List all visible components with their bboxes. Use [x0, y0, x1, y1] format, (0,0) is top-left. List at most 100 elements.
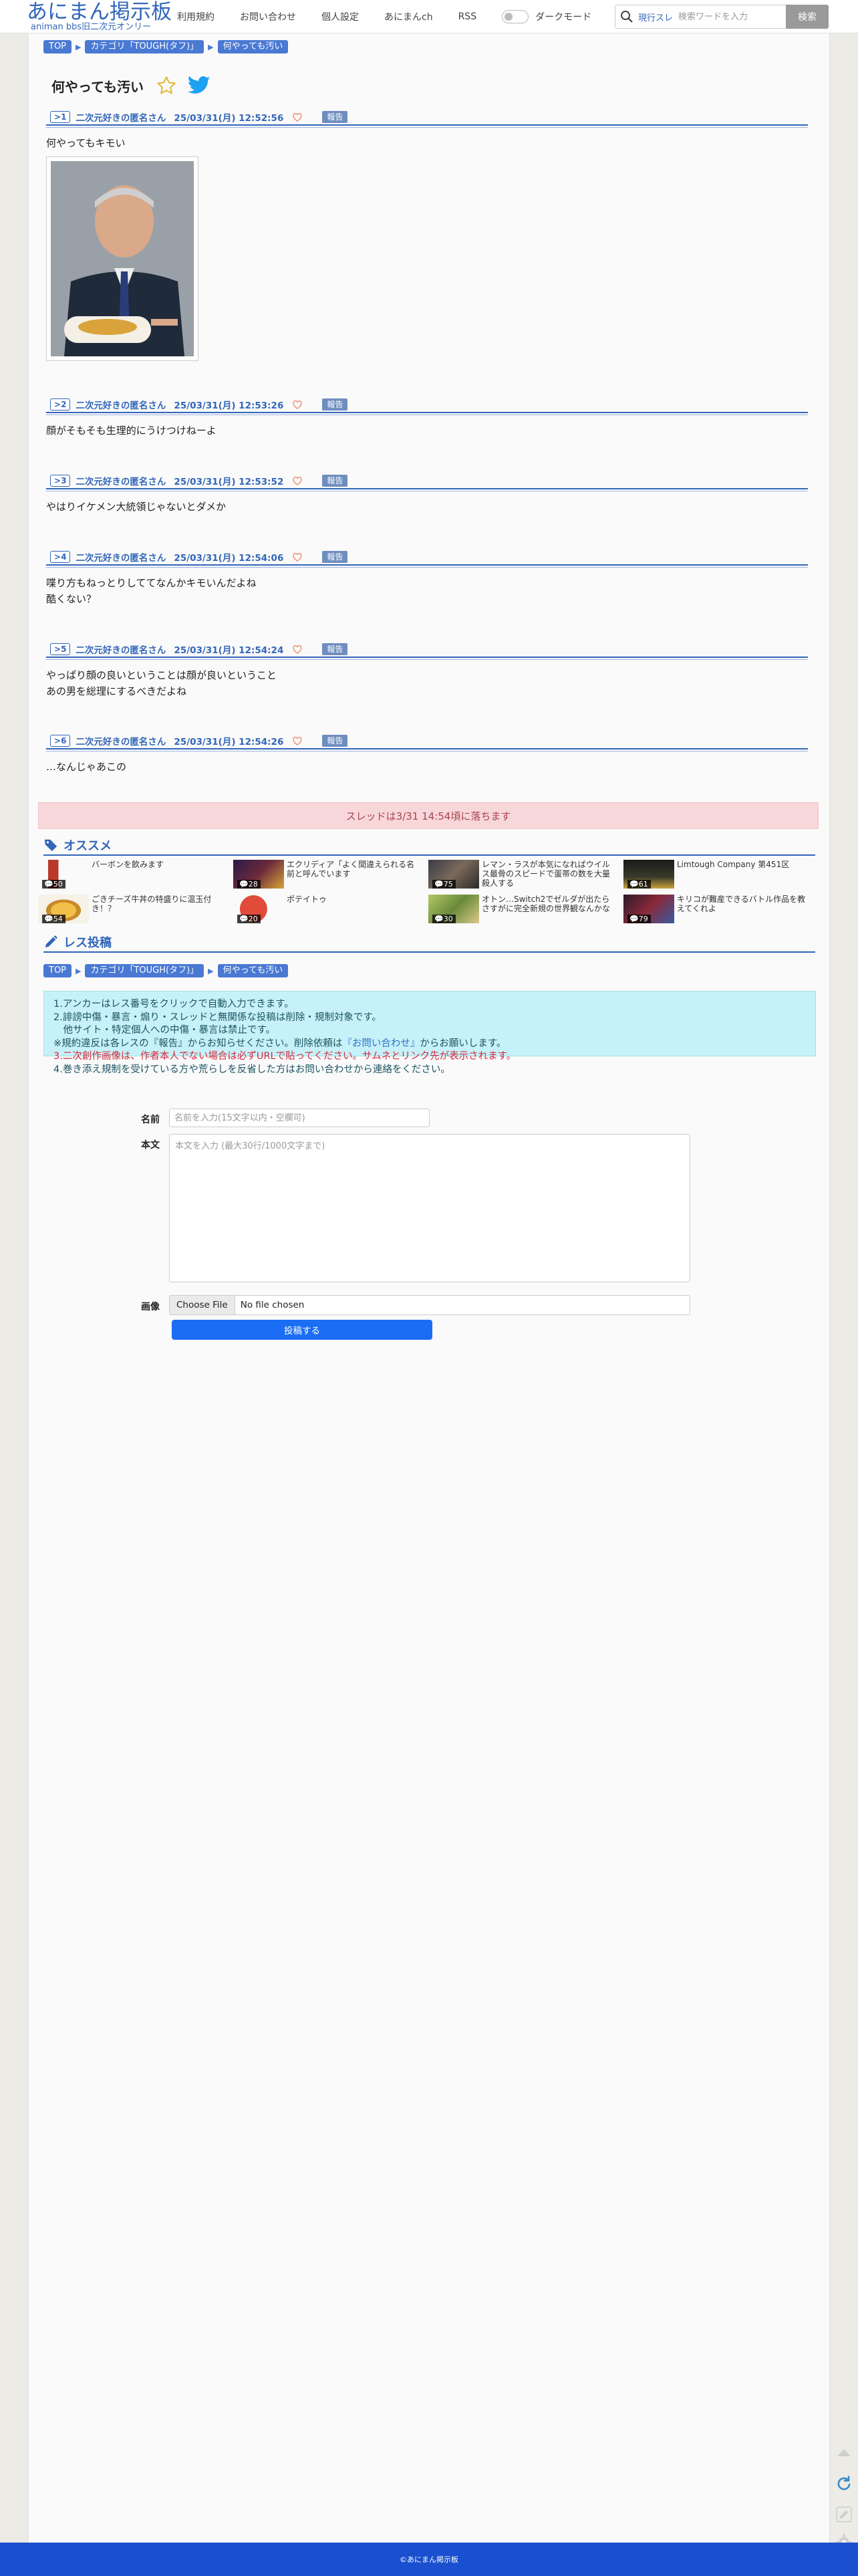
post-body: やはりイケメン大統領じゃないとダメか: [46, 489, 808, 515]
reply-title: レス投稿: [63, 936, 112, 950]
site-logo[interactable]: あにまん掲示板 animan bbs旧二次元オンリー: [27, 0, 172, 32]
post-text-line: 何やってもキモい: [46, 137, 126, 149]
recommend-item[interactable]: 💬61 Limtough Company 第451区: [623, 860, 819, 889]
report-button[interactable]: 報告: [322, 551, 348, 563]
recommend-list: 💬50 バーボンを飲みます 💬28 エクリディア「よく間違えられる名前と呼んでい…: [38, 860, 820, 923]
dark-mode-toggle[interactable]: [502, 10, 529, 23]
search-icon[interactable]: [615, 5, 638, 28]
recommend-thumbnail: 💬79: [623, 895, 674, 923]
res-number[interactable]: >4: [50, 551, 71, 563]
heart-icon[interactable]: [293, 645, 302, 654]
heart-icon[interactable]: [293, 736, 302, 745]
res-number[interactable]: >5: [50, 643, 71, 655]
dark-mode-label: ダークモード: [535, 12, 592, 23]
report-button[interactable]: 報告: [322, 643, 348, 655]
recommend-title-text: バーボンを飲みます: [92, 860, 164, 869]
page-title: 何やっても汚い: [51, 78, 144, 95]
nav-rss[interactable]: RSS: [458, 11, 477, 22]
image-file-input[interactable]: Choose File No file chosen: [169, 1295, 690, 1315]
body-textarea[interactable]: [169, 1134, 690, 1282]
post-image-thumbnail[interactable]: [46, 156, 198, 361]
logo-main-text: あにまん掲示板: [27, 0, 172, 24]
site-header: あにまん掲示板 animan bbs旧二次元オンリー 利用規約 お問い合わせ 個…: [0, 0, 858, 33]
res-number[interactable]: >1: [50, 111, 71, 123]
recommend-item[interactable]: 💬75 レマン・ラスが本気になればウイルス最骨のスピードで蛋帯の数を大量殺人する: [428, 860, 623, 889]
breadcrumb-current[interactable]: 何やっても汚い: [217, 40, 289, 53]
notice-text: 2.誹謗中傷・暴言・煽り・スレッドと無関係な投稿は削除・規制対象です。: [53, 1012, 382, 1023]
recommend-item[interactable]: 💬28 エクリディア「よく間違えられる名前と呼んでいます: [233, 860, 428, 889]
recommend-thumbnail: 💬75: [428, 860, 479, 889]
breadcrumb-top[interactable]: TOP: [43, 964, 72, 977]
toggle-knob: [505, 13, 513, 21]
recommend-item[interactable]: 💬20 ポテイトゥ: [233, 895, 428, 923]
reload-button[interactable]: [830, 2470, 858, 2498]
contact-link[interactable]: 『お問い合わせ』: [342, 1038, 420, 1049]
recommend-item[interactable]: 💬30 オトン…Switch2でゼルダが出たらさすがに完全新規の世界観なんかな: [428, 895, 623, 923]
reply-heading: レス投稿: [43, 933, 815, 953]
search-input[interactable]: [678, 7, 779, 27]
post-header: >2 二次元好きの匿名さん 25/03/31(月) 12:53:26 報告: [46, 397, 808, 415]
post-date: 25/03/31(月) 12:52:56: [174, 113, 284, 124]
recommend-title-text: Limtough Company 第451区: [677, 860, 790, 869]
recommend-item[interactable]: 💬54 ごきチーズ牛丼の特盛りに温玉付き！？: [38, 895, 233, 923]
heart-icon[interactable]: [293, 476, 302, 485]
post-text-line: やっぱり顔の良いということは顔が良いということ: [46, 669, 277, 681]
notice-line: 1.アンカーはレス番号をクリックで自動入力できます。: [53, 998, 806, 1012]
breadcrumb-top[interactable]: TOP: [43, 40, 72, 53]
recommend-thumbnail: 💬61: [623, 860, 674, 889]
poster-name: 二次元好きの匿名さん: [76, 477, 166, 487]
recommend-title-text: ごきチーズ牛丼の特盛りに温玉付き！？: [92, 895, 212, 913]
notice-line: 他サイト・特定個人への中傷・暴言は禁止です。: [53, 1024, 806, 1038]
poster-name: 二次元好きの匿名さん: [76, 400, 166, 411]
search-mode-select[interactable]: 現行スレ: [638, 11, 673, 23]
name-label: 名前: [141, 1115, 160, 1125]
choose-file-button[interactable]: Choose File: [170, 1296, 235, 1314]
report-button[interactable]: 報告: [322, 735, 348, 747]
main-nav: 利用規約 お問い合わせ 個人設定 あにまんch RSS ダークモード: [177, 0, 591, 33]
nav-terms[interactable]: 利用規約: [177, 10, 214, 23]
recommend-title: オススメ: [63, 839, 112, 853]
heart-icon[interactable]: [293, 552, 302, 562]
comment-count: 💬54: [42, 915, 65, 923]
res-number[interactable]: >6: [50, 735, 71, 747]
site-footer: ©あにまん掲示板: [0, 2543, 858, 2576]
thread-expiry-notice: スレッドは3/31 14:54頃に落ちます: [38, 802, 819, 829]
heart-icon[interactable]: [293, 112, 302, 122]
recommend-item[interactable]: 💬50 バーボンを飲みます: [38, 860, 233, 889]
nav-settings[interactable]: 個人設定: [321, 10, 359, 23]
write-button[interactable]: [830, 2500, 858, 2529]
copyright-text: ©あにまん掲示板: [400, 2555, 458, 2564]
body-label: 本文: [141, 1140, 160, 1151]
res-number[interactable]: >3: [50, 475, 71, 487]
report-button[interactable]: 報告: [322, 111, 348, 123]
res-number[interactable]: >2: [50, 398, 71, 411]
nav-contact[interactable]: お問い合わせ: [240, 10, 296, 23]
post-header: >3 二次元好きの匿名さん 25/03/31(月) 12:53:52 報告: [46, 473, 808, 491]
report-button[interactable]: 報告: [322, 475, 348, 487]
scroll-top-button[interactable]: [830, 2438, 858, 2466]
breadcrumb-current[interactable]: 何やっても汚い: [217, 964, 289, 977]
recommend-thumbnail: 💬54: [38, 895, 89, 923]
notice-line: 2.誹謗中傷・暴言・煽り・スレッドと無関係な投稿は削除・規制対象です。: [53, 1012, 806, 1025]
star-icon[interactable]: [156, 75, 177, 96]
thread-title-bar: 何やっても汚い: [51, 72, 210, 99]
posting-rules-notice: 1.アンカーはレス番号をクリックで自動入力できます。 2.誹謗中傷・暴言・煽り・ス…: [43, 991, 816, 1075]
recommend-title-text: オトン…Switch2でゼルダが出たらさすがに完全新規の世界観なんかな: [482, 895, 611, 913]
recommend-item[interactable]: 💬79 キリコが難産できるバトル作品を教えてくれよ: [623, 895, 819, 923]
heart-icon[interactable]: [293, 400, 302, 409]
twitter-icon[interactable]: [188, 76, 210, 96]
search-button[interactable]: 検索: [786, 5, 829, 29]
breadcrumb-category[interactable]: カテゴリ「TOUGH(タフ)」: [85, 964, 204, 977]
post-date: 25/03/31(月) 12:53:52: [174, 477, 284, 487]
breadcrumb-category[interactable]: カテゴリ「TOUGH(タフ)」: [85, 40, 204, 53]
name-field[interactable]: [169, 1108, 430, 1127]
nav-animanch[interactable]: あにまんch: [384, 10, 433, 23]
main-content: TOP ▶ カテゴリ「TOUGH(タフ)」 ▶ 何やっても汚い 何やっても汚い …: [28, 33, 830, 2543]
report-button[interactable]: 報告: [322, 398, 348, 411]
post-3: >3 二次元好きの匿名さん 25/03/31(月) 12:53:52 報告 やは…: [46, 473, 808, 515]
post-4: >4 二次元好きの匿名さん 25/03/31(月) 12:54:06 報告 喋り…: [46, 550, 808, 607]
post-date: 25/03/31(月) 12:53:26: [174, 400, 284, 411]
submit-post-button[interactable]: 投稿する: [172, 1320, 432, 1340]
notice-text: ※規約違反は各レスの『報告』からお知らせください。削除依頼は: [53, 1038, 343, 1049]
post-body: 顔がそもそも生理的にうけつけねーよ: [46, 413, 808, 439]
